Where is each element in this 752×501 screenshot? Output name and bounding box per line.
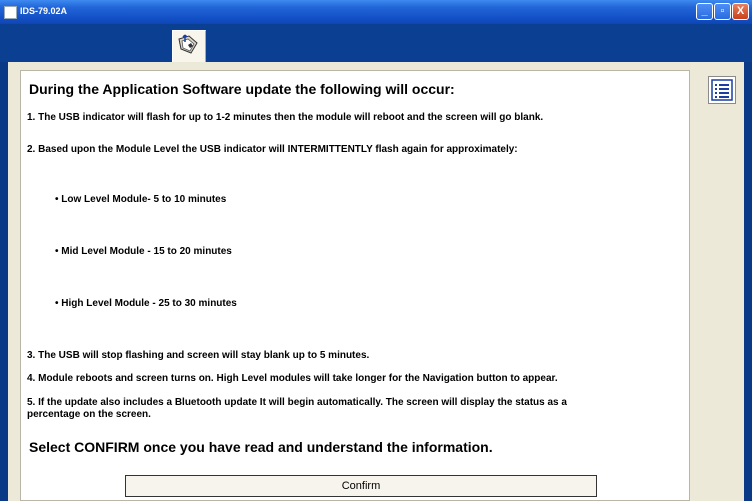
toolbar xyxy=(0,24,752,62)
bullet-high-level: • High Level Module - 25 to 30 minutes xyxy=(55,298,237,309)
step-2-text: 2. Based upon the Module Level the USB i… xyxy=(27,144,518,155)
information-panel: During the Application Software update t… xyxy=(20,70,690,501)
navigation-hand-icon xyxy=(178,34,198,54)
step-5-line-1: 5. If the update also includes a Bluetoo… xyxy=(27,397,567,408)
menu-button[interactable] xyxy=(708,76,736,104)
confirm-instruction: Select CONFIRM once you have read and un… xyxy=(29,439,493,455)
step-4-text: 4. Module reboots and screen turns on. H… xyxy=(27,373,558,384)
bullet-low-level: • Low Level Module- 5 to 10 minutes xyxy=(55,194,227,205)
navigation-tab[interactable] xyxy=(172,30,206,62)
window-icon xyxy=(4,6,17,19)
title-bar[interactable]: IDS-79.02A _ ▫ X xyxy=(0,0,752,24)
confirm-button[interactable]: Confirm xyxy=(125,475,597,497)
step-5-line-2: percentage on the screen. xyxy=(27,409,151,420)
step-3-text: 3. The USB will stop flashing and screen… xyxy=(27,350,370,361)
page-heading: During the Application Software update t… xyxy=(29,81,455,97)
window-title: IDS-79.02A xyxy=(20,6,68,16)
minimize-button[interactable]: _ xyxy=(696,3,713,20)
close-button[interactable]: X xyxy=(732,3,749,20)
application-window: IDS-79.02A _ ▫ X During the Application … xyxy=(0,0,752,501)
step-1-text: 1. The USB indicator will flash for up t… xyxy=(27,112,544,123)
maximize-button[interactable]: ▫ xyxy=(714,3,731,20)
main-panel: During the Application Software update t… xyxy=(8,62,744,501)
bullet-mid-level: • Mid Level Module - 15 to 20 minutes xyxy=(55,246,232,257)
list-menu-icon xyxy=(711,79,733,101)
step-5-text: 5. If the update also includes a Bluetoo… xyxy=(27,397,667,421)
